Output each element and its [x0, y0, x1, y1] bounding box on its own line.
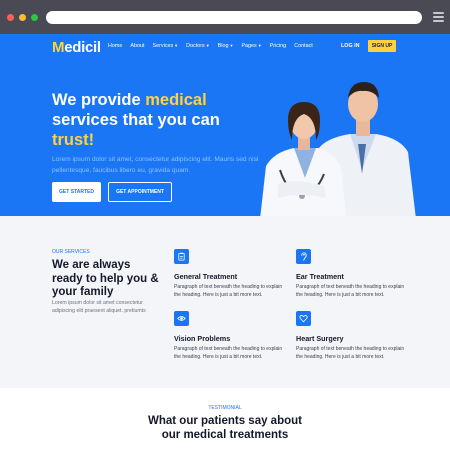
signup-button[interactable]: SIGN UP [368, 40, 396, 52]
card-title: General Treatment [174, 272, 238, 281]
eye-icon [174, 311, 189, 326]
services-section: OUR SERVICES We are always ready to help… [0, 216, 450, 388]
clipboard-icon [174, 249, 189, 264]
card-text: Paragraph of text beneath the heading to… [174, 284, 283, 298]
card-title: Heart Surgery [296, 334, 344, 343]
browser-chrome [0, 0, 450, 34]
main-nav: Home About Services▼ Doctors▼ Blog▼ Page… [108, 43, 321, 49]
hero-section: Medicil Home About Services▼ Doctors▼ Bl… [0, 34, 450, 216]
address-bar[interactable] [46, 11, 422, 24]
section-description: Lorem ipsum dolor sit amet consectetur a… [52, 300, 146, 314]
ear-icon [296, 249, 311, 264]
nav-item-pages[interactable]: Pages▼ [241, 43, 261, 49]
login-link[interactable]: LOG IN [341, 43, 360, 49]
service-card-ear-treatment[interactable]: Ear Treatment Paragraph of text beneath … [296, 249, 406, 299]
nav-item-blog[interactable]: Blog▼ [218, 43, 234, 49]
caret-down-icon: ▼ [257, 43, 262, 48]
card-title: Ear Treatment [296, 272, 344, 281]
doctors-photo [260, 82, 416, 216]
caret-down-icon: ▼ [174, 43, 179, 48]
section-title: What our patients say about our medical … [148, 415, 302, 441]
card-text: Paragraph of text beneath the heading to… [296, 346, 405, 360]
hero-subtitle: Lorem ipsum dolor sit amet, consectetur … [52, 156, 259, 174]
section-title: We are always ready to help you & your f… [52, 259, 159, 298]
service-card-vision-problems[interactable]: Vision Problems Paragraph of text beneat… [174, 311, 284, 361]
card-title: Vision Problems [174, 334, 231, 343]
service-card-heart-surgery[interactable]: Heart Surgery Paragraph of text beneath … [296, 311, 406, 361]
card-text: Paragraph of text beneath the heading to… [174, 346, 283, 360]
close-window-dot[interactable] [7, 14, 14, 21]
female-doctor-figure [260, 102, 346, 216]
heart-icon [296, 311, 311, 326]
nav-item-home[interactable]: Home [108, 43, 122, 49]
nav-item-pricing[interactable]: Pricing [270, 43, 286, 49]
caret-down-icon: ▼ [229, 43, 234, 48]
get-appointment-button[interactable]: GET APPOINTMENT [108, 182, 172, 202]
testimonial-section: TESTIMONIAL What our patients say about … [0, 388, 450, 450]
caret-down-icon: ▼ [205, 43, 210, 48]
maximize-window-dot[interactable] [31, 14, 38, 21]
hero-title: We provide medical services that you can… [52, 91, 220, 149]
get-started-button[interactable]: GET STARTED [52, 182, 101, 202]
section-label: TESTIMONIAL [208, 405, 242, 411]
section-label: OUR SERVICES [52, 249, 90, 255]
nav-item-services[interactable]: Services▼ [152, 43, 178, 49]
minimize-window-dot[interactable] [19, 14, 26, 21]
nav-item-about[interactable]: About [130, 43, 144, 49]
card-text: Paragraph of text beneath the heading to… [296, 284, 405, 298]
hamburger-menu-icon[interactable] [433, 12, 444, 23]
site-logo[interactable]: Medicil [52, 39, 101, 56]
nav-item-contact[interactable]: Contact [294, 43, 313, 49]
service-card-general-treatment[interactable]: General Treatment Paragraph of text bene… [174, 249, 284, 299]
nav-item-doctors[interactable]: Doctors▼ [186, 43, 210, 49]
